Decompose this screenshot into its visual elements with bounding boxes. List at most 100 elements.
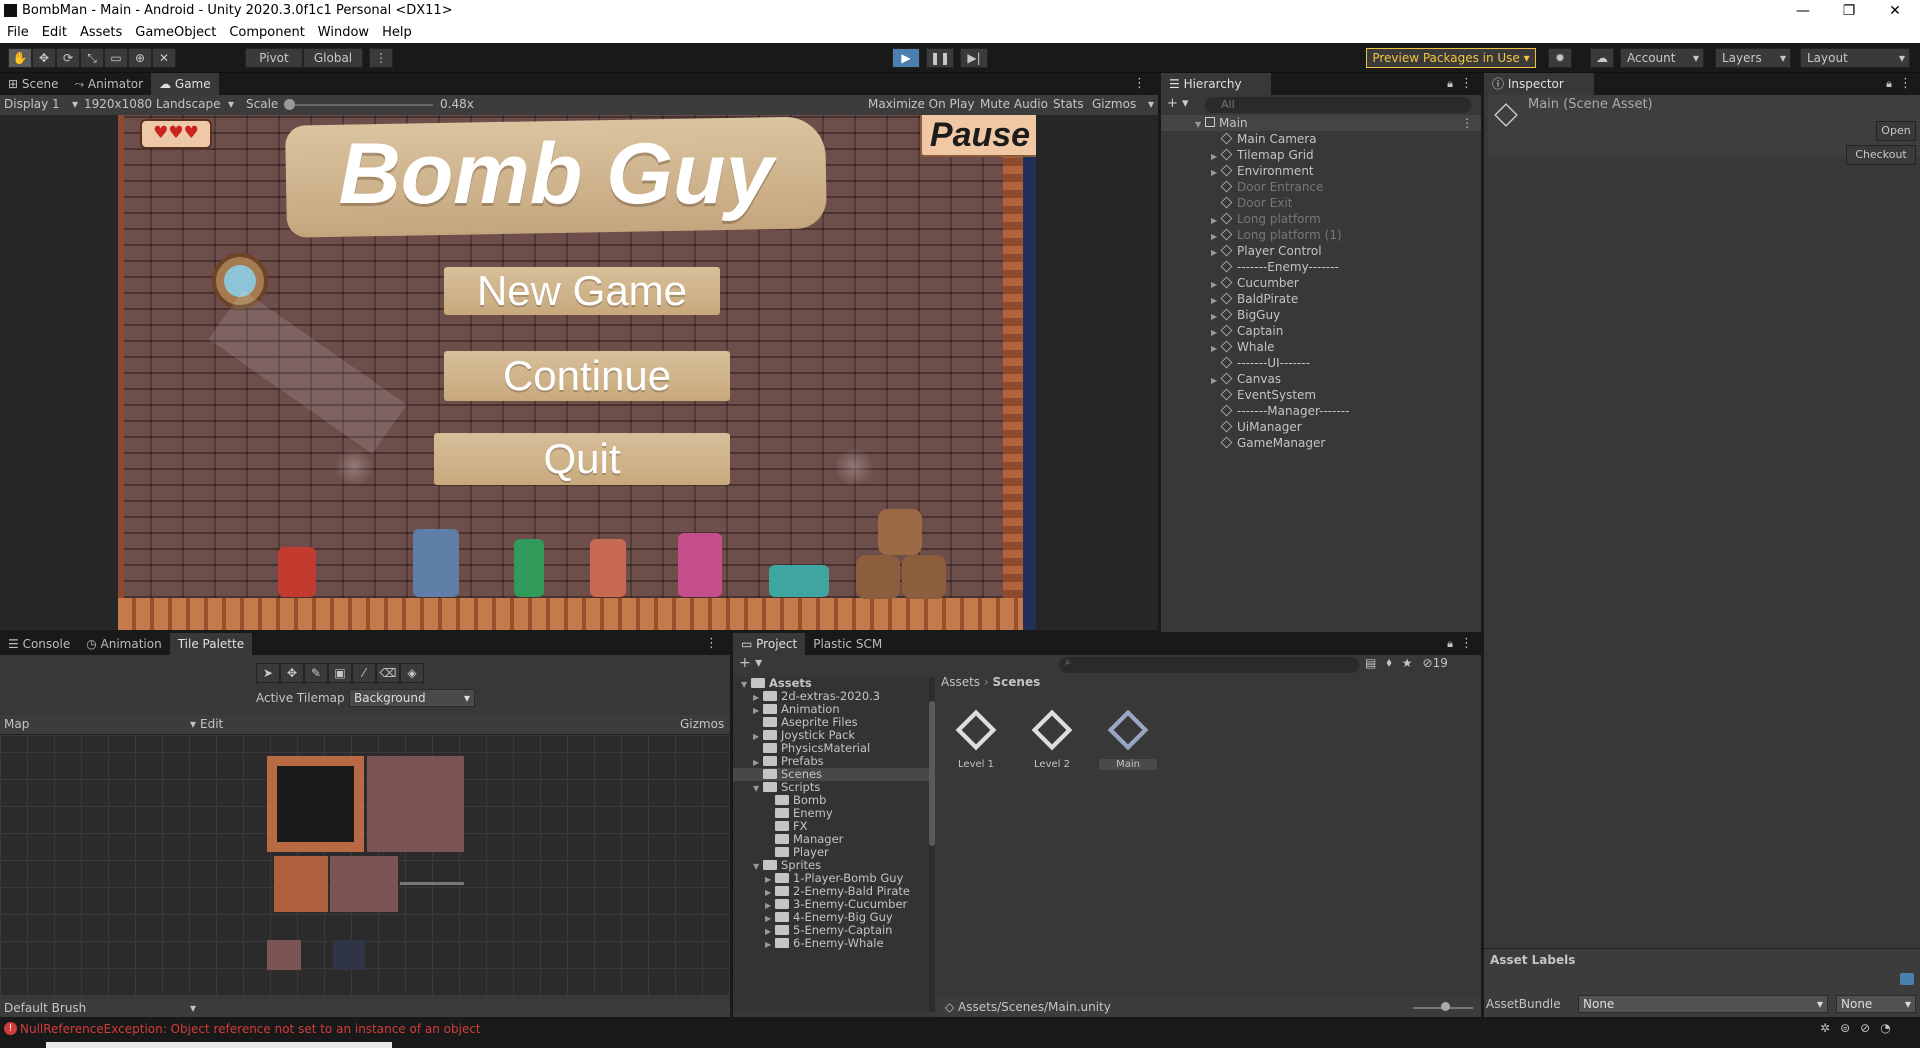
paint-brush-icon[interactable]: ✎ xyxy=(304,663,328,683)
project-folder-item[interactable]: ▶ 6-Enemy-Whale xyxy=(733,937,933,950)
scene-menu-icon[interactable]: ⋮ xyxy=(1461,115,1473,131)
restore-icon[interactable]: ❐ xyxy=(1826,0,1872,22)
picker-icon[interactable]: ⁄ xyxy=(352,663,376,683)
project-lock-icon[interactable]: 🔒︎ xyxy=(1447,637,1453,651)
quit-button[interactable]: Quit xyxy=(434,433,730,485)
breadcrumb-assets[interactable]: Assets xyxy=(941,675,980,689)
status-error-message[interactable]: NullReferenceException: Object reference… xyxy=(20,1022,481,1036)
hand-tool-icon[interactable]: ✋ xyxy=(8,48,32,68)
checkout-button[interactable]: Checkout xyxy=(1846,145,1916,165)
folder-arrow-icon[interactable]: ▼ xyxy=(753,782,763,795)
play-button[interactable]: ▶ xyxy=(892,48,920,68)
maximize-on-play-toggle[interactable]: Maximize On Play xyxy=(868,97,975,111)
scale-slider-track[interactable] xyxy=(288,104,433,106)
project-folder-item[interactable]: Scenes xyxy=(733,768,933,781)
scene-asset[interactable]: Level 2 xyxy=(1023,707,1081,770)
project-folder-item[interactable]: ▼ Scripts xyxy=(733,781,933,794)
select-tool-icon[interactable]: ➤ xyxy=(256,663,280,683)
menu-assets[interactable]: Assets xyxy=(80,22,122,43)
tab-animator[interactable]: ⤳ Animator xyxy=(66,73,151,95)
menu-edit[interactable]: Edit xyxy=(42,22,67,43)
tab-inspector[interactable]: ⓘ Inspector xyxy=(1484,73,1594,95)
hidden-packages-icon[interactable]: ⊘19 xyxy=(1423,656,1448,670)
project-menu-icon[interactable]: ⋮ xyxy=(1460,633,1473,655)
account-dropdown[interactable]: Account ▾ xyxy=(1620,48,1704,68)
hierarchy-item[interactable]: ▶ Tilemap Grid xyxy=(1161,147,1481,163)
project-create-icon[interactable]: + ▾ xyxy=(739,655,762,671)
folder-arrow-icon[interactable]: ▼ xyxy=(741,678,751,691)
hierarchy-item[interactable]: -------Manager------- xyxy=(1161,403,1481,419)
new-game-button[interactable]: New Game xyxy=(444,267,720,315)
tile-wall[interactable] xyxy=(367,756,464,852)
filter-label-icon[interactable]: ⬧ xyxy=(1386,655,1391,670)
hierarchy-item[interactable]: Door Entrance xyxy=(1161,179,1481,195)
asset-bundle-dropdown[interactable]: None ▾ xyxy=(1578,995,1828,1013)
favorite-icon[interactable]: ★ xyxy=(1402,656,1413,670)
hierarchy-item[interactable]: Door Exit xyxy=(1161,195,1481,211)
project-folder-item[interactable]: PhysicsMaterial xyxy=(733,742,933,755)
rect-tool-icon[interactable]: ▭ xyxy=(104,48,128,68)
display-dropdown[interactable]: Display 1 ▾ xyxy=(4,97,78,111)
tile-dark-piece[interactable] xyxy=(333,940,365,970)
tab-game[interactable]: ☁ Game xyxy=(151,73,219,95)
tile-brick-small[interactable] xyxy=(274,856,328,912)
layout-dropdown[interactable]: Layout ▾ xyxy=(1800,48,1910,68)
tree-scrollbar[interactable] xyxy=(929,677,935,1012)
continue-button[interactable]: Continue xyxy=(444,351,730,401)
tab-animation[interactable]: ◷ Animation xyxy=(78,633,169,655)
tab-tile-palette[interactable]: Tile Palette xyxy=(169,633,253,655)
game-view[interactable]: ♥♥♥ Bomb Guy Pause New Game Continue Qui… xyxy=(118,115,1036,630)
move-tile-icon[interactable]: ✥ xyxy=(280,663,304,683)
layers-dropdown[interactable]: Layers ▾ xyxy=(1715,48,1791,68)
hierarchy-item[interactable]: ▶ BaldPirate xyxy=(1161,291,1481,307)
project-folder-item[interactable]: Player xyxy=(733,846,933,859)
breadcrumb-scenes[interactable]: Scenes xyxy=(993,675,1041,689)
tile-brick-frame[interactable] xyxy=(267,756,364,852)
fill-icon[interactable]: ◈ xyxy=(400,663,424,683)
mute-audio-toggle[interactable]: Mute Audio xyxy=(980,97,1048,111)
hierarchy-item[interactable]: ▶ Environment xyxy=(1161,163,1481,179)
scene-asset[interactable]: Level 1 xyxy=(947,707,1005,770)
global-toggle[interactable]: Global xyxy=(303,48,363,68)
asset-variant-dropdown[interactable]: None ▾ xyxy=(1836,995,1916,1013)
inspector-lock-icon[interactable]: 🔒︎ xyxy=(1886,77,1892,91)
step-button[interactable]: ▶| xyxy=(960,48,988,68)
active-tilemap-dropdown[interactable]: Background ▾ xyxy=(349,689,475,707)
project-folder-item[interactable]: ▶ Prefabs xyxy=(733,755,933,768)
preview-packages-dropdown[interactable]: Preview Packages in Use ▾ xyxy=(1366,48,1536,68)
stats-toggle[interactable]: Stats xyxy=(1053,97,1084,111)
rotate-tool-icon[interactable]: ⟳ xyxy=(56,48,80,68)
hierarchy-item[interactable]: ▶ Player Control xyxy=(1161,243,1481,259)
brush-dropdown[interactable]: Default Brush ▾ xyxy=(4,1001,196,1015)
tile-wall-small[interactable] xyxy=(330,856,398,912)
hierarchy-item[interactable]: ▶ Whale xyxy=(1161,339,1481,355)
tab-hierarchy[interactable]: ☰ Hierarchy xyxy=(1161,73,1271,95)
move-tool-icon[interactable]: ✥ xyxy=(32,48,56,68)
tile-menu-icon[interactable]: ⋮ xyxy=(705,633,718,655)
hierarchy-item[interactable]: Main Camera xyxy=(1161,131,1481,147)
hierarchy-item[interactable]: UiManager xyxy=(1161,419,1481,435)
folder-arrow-icon[interactable]: ▶ xyxy=(765,938,775,951)
panel-menu-icon[interactable]: ⋮ xyxy=(1133,73,1146,95)
hierarchy-item[interactable]: ▶ Canvas xyxy=(1161,371,1481,387)
tab-project[interactable]: ▭ Project xyxy=(733,633,806,655)
hierarchy-item[interactable]: ▶ Cucumber xyxy=(1161,275,1481,291)
project-search-input[interactable]: ⌕ xyxy=(1059,657,1359,673)
scene-row[interactable]: ▼ Main ⋮ xyxy=(1161,115,1481,131)
hierarchy-item[interactable]: ▶ BigGuy xyxy=(1161,307,1481,323)
lock-icon[interactable]: 🔒︎ xyxy=(1447,77,1453,91)
grid-snap-icon[interactable]: ⋮ xyxy=(369,48,393,68)
icon-size-handle[interactable] xyxy=(1441,1002,1450,1011)
hierarchy-item[interactable]: EventSystem xyxy=(1161,387,1481,403)
project-folder-item[interactable]: Enemy xyxy=(733,807,933,820)
pause-button[interactable]: ❚❚ xyxy=(926,48,954,68)
tile-platform[interactable] xyxy=(400,882,464,885)
scene-asset[interactable]: Main xyxy=(1099,707,1157,770)
hierarchy-menu-icon[interactable]: ⋮ xyxy=(1460,73,1473,95)
cache-icon[interactable]: ⊜ xyxy=(1840,1021,1850,1035)
hierarchy-item[interactable]: -------UI------- xyxy=(1161,355,1481,371)
pause-game-button[interactable]: Pause xyxy=(920,115,1036,157)
debug-icon[interactable]: ✲ xyxy=(1820,1021,1830,1035)
box-fill-icon[interactable]: ▣ xyxy=(328,663,352,683)
hierarchy-search-input[interactable]: All xyxy=(1205,97,1471,113)
